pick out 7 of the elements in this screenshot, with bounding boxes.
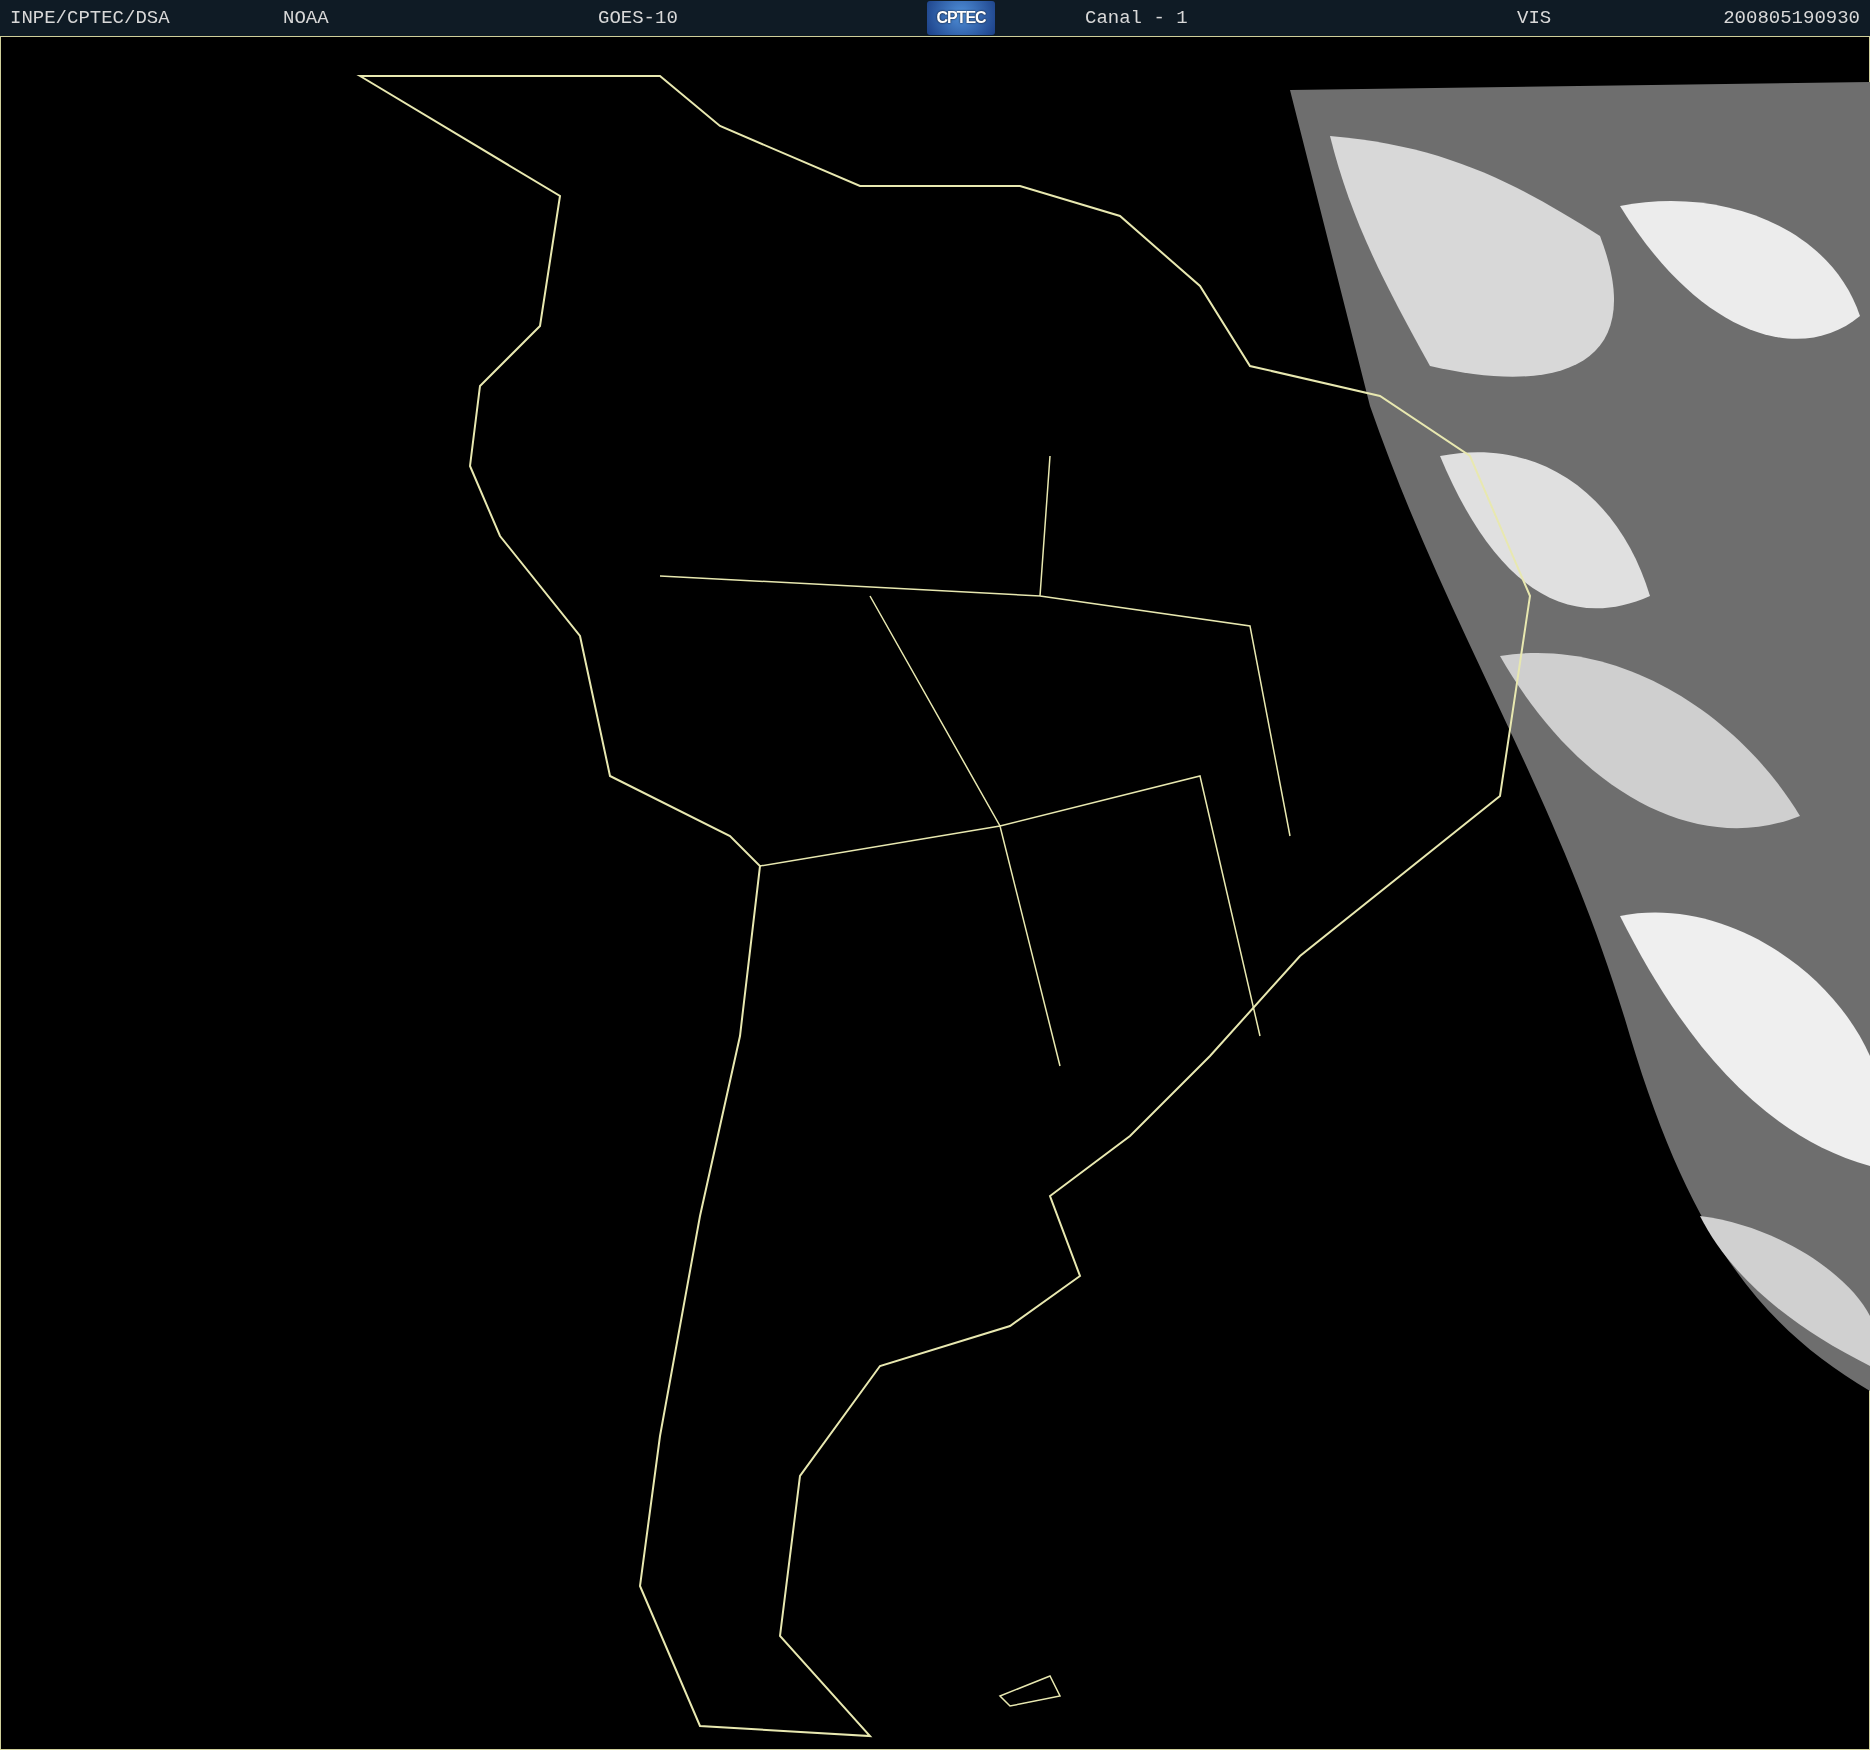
header-label: NOAA [283, 7, 329, 29]
logo: CPTEC [927, 1, 995, 35]
header-label: INPE/CPTEC/DSA [10, 7, 170, 29]
header-label: GOES-10 [598, 7, 678, 29]
header-label: 200805190930 [1723, 7, 1860, 29]
header-label: VIS [1517, 7, 1552, 29]
header-label: Canal - 1 [1085, 7, 1188, 29]
